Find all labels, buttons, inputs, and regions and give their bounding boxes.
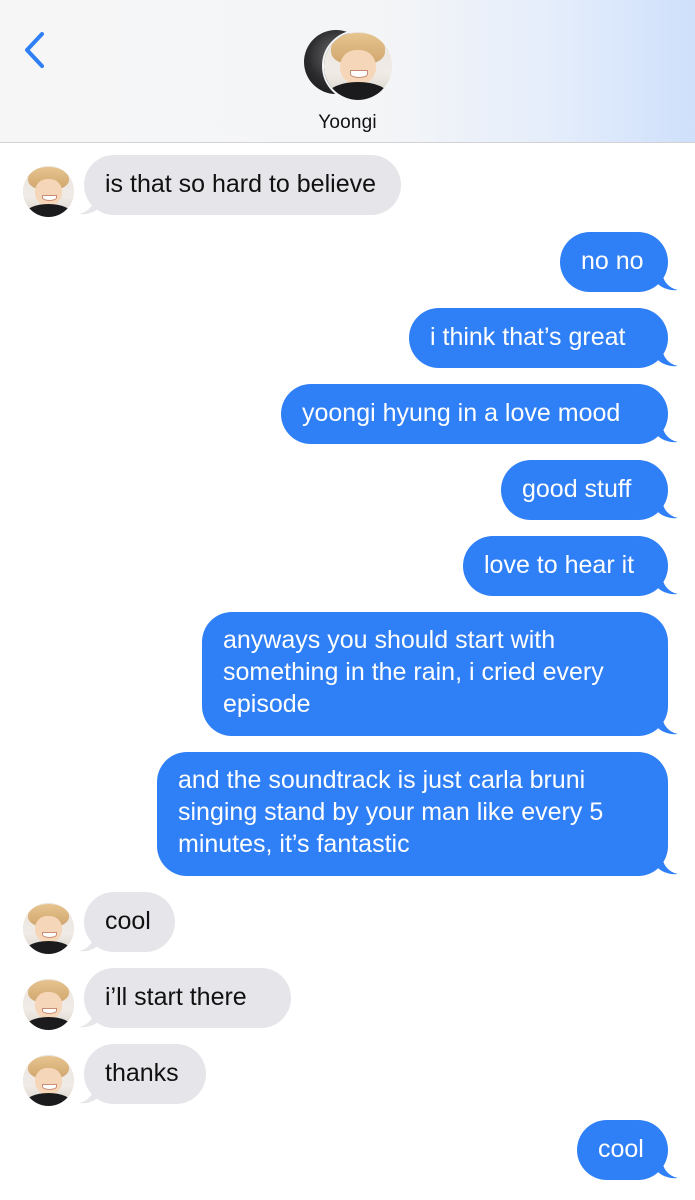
bubble-tail: [658, 346, 678, 367]
incoming-message[interactable]: thanks: [84, 1044, 206, 1104]
incoming-message[interactable]: i’ll start there: [84, 968, 291, 1028]
bubble-tail: [658, 574, 678, 595]
outgoing-message[interactable]: i think that’s great: [409, 308, 668, 368]
outgoing-message[interactable]: love to hear it: [463, 536, 668, 596]
outgoing-message[interactable]: and the soundtrack is just carla bruni s…: [157, 752, 668, 876]
outgoing-message[interactable]: yoongi hyung in a love mood: [281, 384, 668, 444]
outgoing-message[interactable]: cool: [577, 1120, 668, 1180]
bubble-tail: [658, 422, 678, 443]
bubble-tail: [658, 854, 678, 875]
conversation-header: Yoongi: [0, 0, 695, 143]
bubble-tail: [658, 1158, 678, 1179]
back-button[interactable]: [18, 28, 54, 72]
contact-avatar: [322, 30, 394, 102]
contact-name[interactable]: Yoongi: [0, 112, 695, 134]
incoming-message[interactable]: cool: [84, 892, 175, 952]
outgoing-message[interactable]: anyways you should start with something …: [202, 612, 668, 736]
sender-avatar[interactable]: [23, 903, 74, 954]
outgoing-message[interactable]: good stuff: [501, 460, 668, 520]
bubble-tail: [658, 498, 678, 519]
bubble-tail: [658, 714, 678, 735]
contact-avatar-group[interactable]: [304, 30, 394, 102]
sender-avatar[interactable]: [23, 166, 74, 217]
outgoing-message[interactable]: no no: [560, 232, 668, 292]
sender-avatar[interactable]: [23, 1055, 74, 1106]
chevron-left-icon: [25, 32, 44, 68]
sender-avatar[interactable]: [23, 979, 74, 1030]
bubble-tail: [658, 270, 678, 291]
incoming-message[interactable]: is that so hard to believe: [84, 155, 401, 215]
